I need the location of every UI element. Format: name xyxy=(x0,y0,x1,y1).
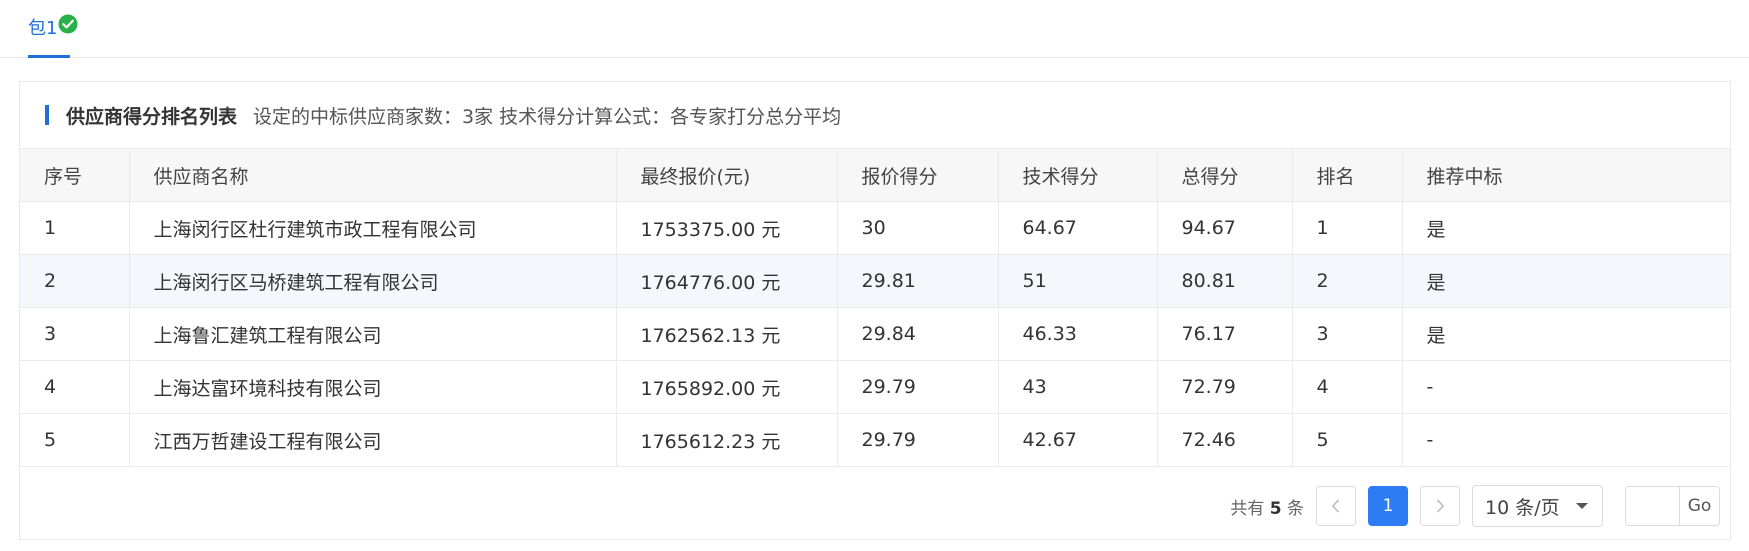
tab-package-1[interactable]: 包1 xyxy=(28,14,78,58)
prev-page-button[interactable] xyxy=(1316,486,1356,526)
cell-price-score: 29.81 xyxy=(837,254,999,308)
panel-title: 供应商得分排名列表 xyxy=(66,105,238,128)
cell-total-score: 94.67 xyxy=(1157,201,1293,255)
ranking-table: 序号 供应商名称 最终报价(元) 报价得分 技术得分 总得分 排名 推荐中标 1… xyxy=(20,148,1730,467)
cell-recommended: 是 xyxy=(1402,307,1730,361)
column-header-total-score: 总得分 xyxy=(1157,148,1293,202)
tab-active-indicator xyxy=(28,55,70,58)
cell-tech-score: 43 xyxy=(998,360,1158,414)
cell-rank: 3 xyxy=(1292,307,1403,361)
column-header-tech-score: 技术得分 xyxy=(998,148,1158,202)
panel-subtitle: 设定的中标供应商家数：3家 技术得分计算公式：各专家打分总分平均 xyxy=(253,105,842,128)
cell-price-score: 30 xyxy=(837,201,999,255)
page-jump-go-button[interactable]: Go xyxy=(1680,487,1719,525)
tab-label: 包1 xyxy=(28,18,58,39)
cell-final-price: 1762562.13 元 xyxy=(616,307,838,361)
column-header-supplier: 供应商名称 xyxy=(129,148,617,202)
column-header-price-score: 报价得分 xyxy=(837,148,999,202)
cell-price-score: 29.79 xyxy=(837,360,999,414)
panel-header: 供应商得分排名列表 设定的中标供应商家数：3家 技术得分计算公式：各专家打分总分… xyxy=(20,82,1730,148)
cell-final-price: 1764776.00 元 xyxy=(616,254,838,308)
next-page-button[interactable] xyxy=(1420,486,1460,526)
cell-supplier: 江西万哲建设工程有限公司 xyxy=(129,413,617,467)
header-accent-bar xyxy=(45,105,49,125)
page-jump: Go xyxy=(1625,486,1720,526)
page-size-value: 10 条/页 xyxy=(1485,496,1560,519)
cell-total-score: 76.17 xyxy=(1157,307,1293,361)
cell-final-price: 1753375.00 元 xyxy=(616,201,838,255)
page-jump-input[interactable] xyxy=(1626,487,1680,525)
check-circle-icon xyxy=(58,14,78,34)
cell-total-score: 72.46 xyxy=(1157,413,1293,467)
cell-recommended: 是 xyxy=(1402,254,1730,308)
cell-rank: 5 xyxy=(1292,413,1403,467)
table-header-row: 序号 供应商名称 最终报价(元) 报价得分 技术得分 总得分 排名 推荐中标 xyxy=(20,148,1730,202)
cell-index: 5 xyxy=(20,413,130,467)
cell-tech-score: 51 xyxy=(998,254,1158,308)
column-header-final-price: 最终报价(元) xyxy=(616,148,838,202)
table-row: 3 上海鲁汇建筑工程有限公司 1762562.13 元 29.84 46.33 … xyxy=(20,307,1730,361)
cell-recommended: - xyxy=(1402,413,1730,467)
table-row: 1 上海闵行区杜行建筑市政工程有限公司 1753375.00 元 30 64.6… xyxy=(20,201,1730,255)
ranking-panel: 供应商得分排名列表 设定的中标供应商家数：3家 技术得分计算公式：各专家打分总分… xyxy=(19,81,1731,540)
column-header-index: 序号 xyxy=(20,148,130,202)
cell-supplier: 上海闵行区马桥建筑工程有限公司 xyxy=(129,254,617,308)
cell-tech-score: 46.33 xyxy=(998,307,1158,361)
cell-final-price: 1765612.23 元 xyxy=(616,413,838,467)
table-row: 5 江西万哲建设工程有限公司 1765612.23 元 29.79 42.67 … xyxy=(20,413,1730,467)
cell-index: 3 xyxy=(20,307,130,361)
total-count: 5 xyxy=(1269,498,1282,519)
pagination-total: 共有 5 条 xyxy=(1230,494,1304,519)
page-size-select[interactable]: 10 条/页 xyxy=(1472,485,1603,527)
cell-rank: 2 xyxy=(1292,254,1403,308)
total-prefix: 共有 xyxy=(1230,498,1265,519)
chevron-right-icon xyxy=(1436,499,1445,513)
cell-total-score: 80.81 xyxy=(1157,254,1293,308)
total-suffix: 条 xyxy=(1287,498,1304,519)
cell-index: 1 xyxy=(20,201,130,255)
cell-tech-score: 42.67 xyxy=(998,413,1158,467)
cell-rank: 1 xyxy=(1292,201,1403,255)
table-row: 4 上海达富环境科技有限公司 1765892.00 元 29.79 43 72.… xyxy=(20,360,1730,414)
chevron-left-icon xyxy=(1331,499,1340,513)
cell-total-score: 72.79 xyxy=(1157,360,1293,414)
cell-supplier: 上海鲁汇建筑工程有限公司 xyxy=(129,307,617,361)
caret-down-icon xyxy=(1576,503,1588,509)
cell-final-price: 1765892.00 元 xyxy=(616,360,838,414)
cell-recommended: 是 xyxy=(1402,201,1730,255)
cell-price-score: 29.84 xyxy=(837,307,999,361)
cell-index: 4 xyxy=(20,360,130,414)
cell-supplier: 上海达富环境科技有限公司 xyxy=(129,360,617,414)
cell-tech-score: 64.67 xyxy=(998,201,1158,255)
cell-price-score: 29.79 xyxy=(837,413,999,467)
cell-supplier: 上海闵行区杜行建筑市政工程有限公司 xyxy=(129,201,617,255)
tabs-bar: 包1 xyxy=(0,0,1749,58)
cell-rank: 4 xyxy=(1292,360,1403,414)
pagination: 共有 5 条 1 10 条/页 Go xyxy=(1230,485,1720,527)
cell-index: 2 xyxy=(20,254,130,308)
column-header-recommended: 推荐中标 xyxy=(1402,148,1730,202)
page-button-1[interactable]: 1 xyxy=(1368,486,1408,526)
cell-recommended: - xyxy=(1402,360,1730,414)
column-header-rank: 排名 xyxy=(1292,148,1403,202)
table-row: 2 上海闵行区马桥建筑工程有限公司 1764776.00 元 29.81 51 … xyxy=(20,254,1730,308)
